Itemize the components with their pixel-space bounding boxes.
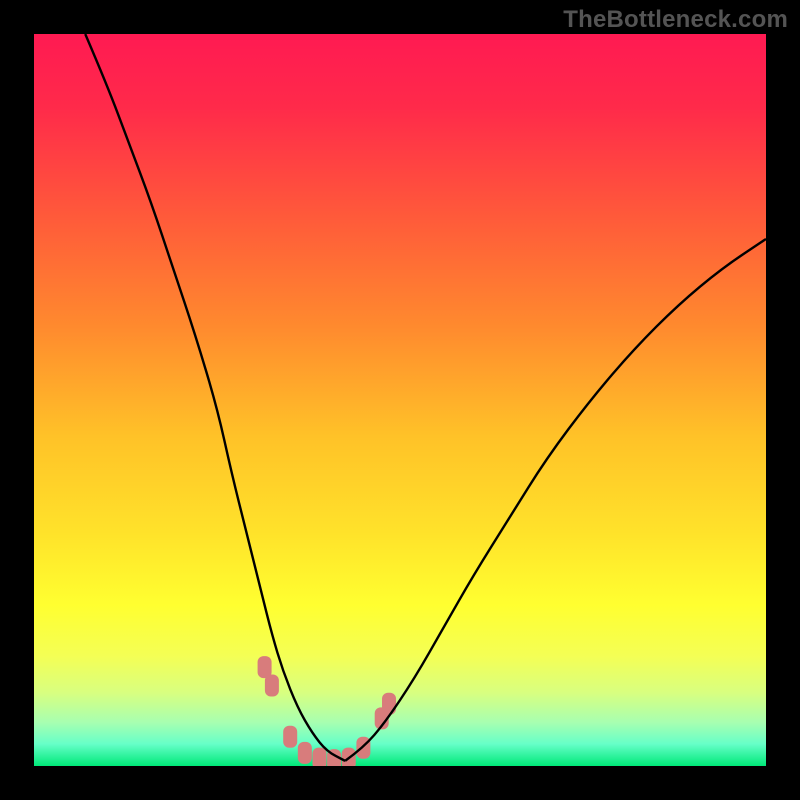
marker-point xyxy=(298,742,312,764)
left-curve xyxy=(85,34,345,761)
marker-point xyxy=(283,726,297,748)
right-curve xyxy=(345,239,766,761)
watermark-label: TheBottleneck.com xyxy=(563,6,788,34)
marker-point xyxy=(382,693,396,715)
outer-frame: TheBottleneck.com xyxy=(0,0,800,800)
plot-area xyxy=(34,34,766,766)
marker-point xyxy=(312,748,326,766)
curve-layer xyxy=(34,34,766,766)
marker-point xyxy=(265,674,279,696)
